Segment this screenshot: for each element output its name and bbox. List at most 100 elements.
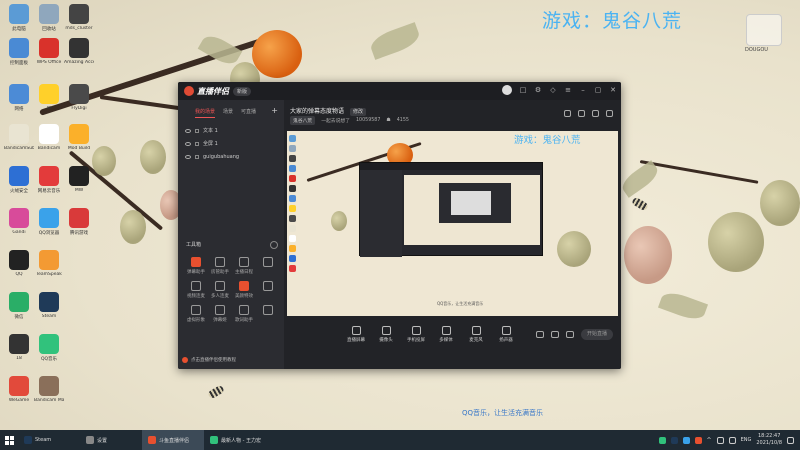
tool-icon: [215, 257, 225, 267]
source-item[interactable]: 全屏 1: [185, 137, 284, 150]
tool-item[interactable]: 主播日程: [232, 257, 256, 275]
tool-item[interactable]: [256, 257, 280, 275]
desktop-icon[interactable]: WPS Office: [34, 38, 64, 65]
tool-item[interactable]: 多人连麦: [208, 281, 232, 299]
steam-tray-icon[interactable]: [670, 436, 678, 444]
tool-icon: [263, 281, 273, 291]
chevron-up-icon[interactable]: ^: [707, 437, 712, 444]
desktop-icon[interactable]: 腾讯游戏: [64, 208, 94, 236]
tray-icon[interactable]: [694, 436, 702, 444]
clock[interactable]: 18:22:47 2021/10/8: [756, 433, 782, 447]
edit-title-button[interactable]: 修改: [349, 108, 366, 116]
desktop-icon[interactable]: QQ浏览器: [34, 208, 64, 236]
desktop-icon[interactable]: Bandicam: [34, 124, 64, 151]
eye-icon[interactable]: [185, 154, 191, 159]
tab-my-scenes[interactable]: 我的场景: [195, 108, 216, 118]
volume-icon[interactable]: [728, 436, 736, 444]
desktop-icon-label: TeamSpeak: [36, 272, 62, 277]
tab-scenes[interactable]: 场景: [223, 108, 233, 118]
lock-icon[interactable]: [195, 141, 199, 146]
desktop-icon[interactable]: QQ: [4, 250, 34, 277]
lock-icon[interactable]: [195, 154, 199, 159]
tray-icon[interactable]: [682, 436, 690, 444]
taskbar-app[interactable]: 斗鱼直播伴侣: [142, 430, 204, 450]
app-icon: [69, 166, 89, 186]
tool-item[interactable]: [256, 305, 280, 323]
desktop-icon[interactable]: 网易云音乐: [34, 166, 64, 194]
desktop-icon[interactable]: TeamSpeak: [34, 250, 64, 277]
tab-live-ready[interactable]: 可直播: [241, 108, 256, 118]
category-tag[interactable]: 鬼谷八荒: [290, 116, 316, 125]
network-icon[interactable]: [716, 436, 724, 444]
phone-cast-button[interactable]: 手机投屏: [406, 326, 426, 343]
speaker-button[interactable]: 扬声器: [496, 326, 516, 343]
user-avatar[interactable]: [502, 85, 512, 95]
message-icon[interactable]: □: [519, 86, 527, 94]
preview-toggle-icon[interactable]: [551, 331, 559, 338]
input-language[interactable]: ENG: [741, 437, 752, 443]
app-icon: [9, 376, 29, 396]
settings-icon[interactable]: [606, 110, 613, 117]
source-item[interactable]: guigubahuang: [185, 150, 284, 163]
tool-item[interactable]: 视频连麦: [184, 281, 208, 299]
notification-icon[interactable]: [787, 436, 794, 444]
tool-item[interactable]: 房管助手: [208, 257, 232, 275]
bell-icon[interactable]: [592, 110, 599, 117]
gift-icon[interactable]: [564, 110, 571, 117]
tool-item[interactable]: 虚拟形象: [184, 305, 208, 323]
media-button[interactable]: 多媒体: [436, 326, 456, 343]
desktop-icon[interactable]: Steam: [34, 292, 64, 319]
desktop-icon[interactable]: FlyDigi: [64, 84, 94, 111]
start-live-button[interactable]: 开始直播: [581, 329, 613, 340]
desktop-icon[interactable]: 微信: [4, 292, 34, 320]
version-badge[interactable]: 新版: [233, 86, 252, 96]
desktop-icon[interactable]: W: [34, 84, 64, 111]
qqmusic-tray-icon[interactable]: [658, 436, 666, 444]
taskbar-app[interactable]: Steam: [18, 430, 80, 450]
tutorial-notice[interactable]: 点击直播伴侣使用教程: [182, 357, 236, 363]
tool-item[interactable]: 弹幕助手: [184, 257, 208, 275]
tool-item[interactable]: 弹幕姬: [208, 305, 232, 323]
maximize-icon[interactable]: ▢: [594, 86, 602, 94]
desktop-icon[interactable]: QQ音乐: [34, 334, 64, 362]
microphone-button[interactable]: 麦克风: [466, 326, 486, 343]
stream-preview[interactable]: 游戏：鬼谷八荒 QQ音乐，让生活充满音乐: [287, 131, 618, 316]
desktop-icon[interactable]: BandicamSub: [4, 124, 34, 151]
desktop-icon[interactable]: 回收站: [34, 4, 64, 32]
settings-icon[interactable]: ⚙: [534, 86, 542, 94]
tool-item[interactable]: [256, 281, 280, 299]
desktop-icon[interactable]: 18: [4, 334, 34, 361]
camera-button[interactable]: 摄像头: [376, 326, 396, 343]
tool-item[interactable]: 歌词助手: [232, 305, 256, 323]
source-item[interactable]: 文本 1: [185, 124, 284, 137]
tool-label: 弹幕助手: [187, 270, 205, 275]
desktop-icon[interactable]: Mod Build: [64, 124, 94, 151]
eye-icon[interactable]: [185, 141, 191, 146]
desktop-icon[interactable]: Amazing Accessories: [64, 38, 94, 65]
add-scene-icon[interactable]: +: [271, 106, 278, 118]
taskbar-app[interactable]: 最新人物 - 王力宏: [204, 430, 266, 450]
desktop-icon[interactable]: WeGame: [4, 376, 34, 403]
desktop-icon[interactable]: mds_cluster: [64, 4, 94, 31]
share-icon[interactable]: [578, 110, 585, 117]
start-button[interactable]: [0, 430, 18, 450]
desktop-icon[interactable]: 此电脑: [4, 4, 34, 32]
record-icon[interactable]: [536, 331, 544, 338]
minimize-icon[interactable]: –: [579, 86, 587, 94]
screen-capture-button[interactable]: 直播屏幕: [346, 326, 366, 343]
taskbar-app[interactable]: 设置: [80, 430, 142, 450]
tool-item[interactable]: 美颜特效: [232, 281, 256, 299]
desktop-icon[interactable]: 控制面板: [4, 38, 34, 66]
stream-settings-icon[interactable]: [566, 331, 574, 338]
more-tools-icon[interactable]: [270, 241, 278, 249]
desktop-icon[interactable]: Bandicam Manager: [34, 376, 64, 403]
desktop-icon[interactable]: MW: [64, 166, 94, 193]
desktop-icon[interactable]: 网络: [4, 84, 34, 112]
desktop-icon[interactable]: 火绒安全: [4, 166, 34, 194]
eye-icon[interactable]: [185, 128, 191, 133]
skin-icon[interactable]: ◇: [549, 86, 557, 94]
lock-icon[interactable]: [195, 128, 199, 133]
close-icon[interactable]: ✕: [609, 86, 617, 94]
menu-icon[interactable]: ≡: [564, 86, 572, 94]
desktop-icon[interactable]: Gandi: [4, 208, 34, 235]
